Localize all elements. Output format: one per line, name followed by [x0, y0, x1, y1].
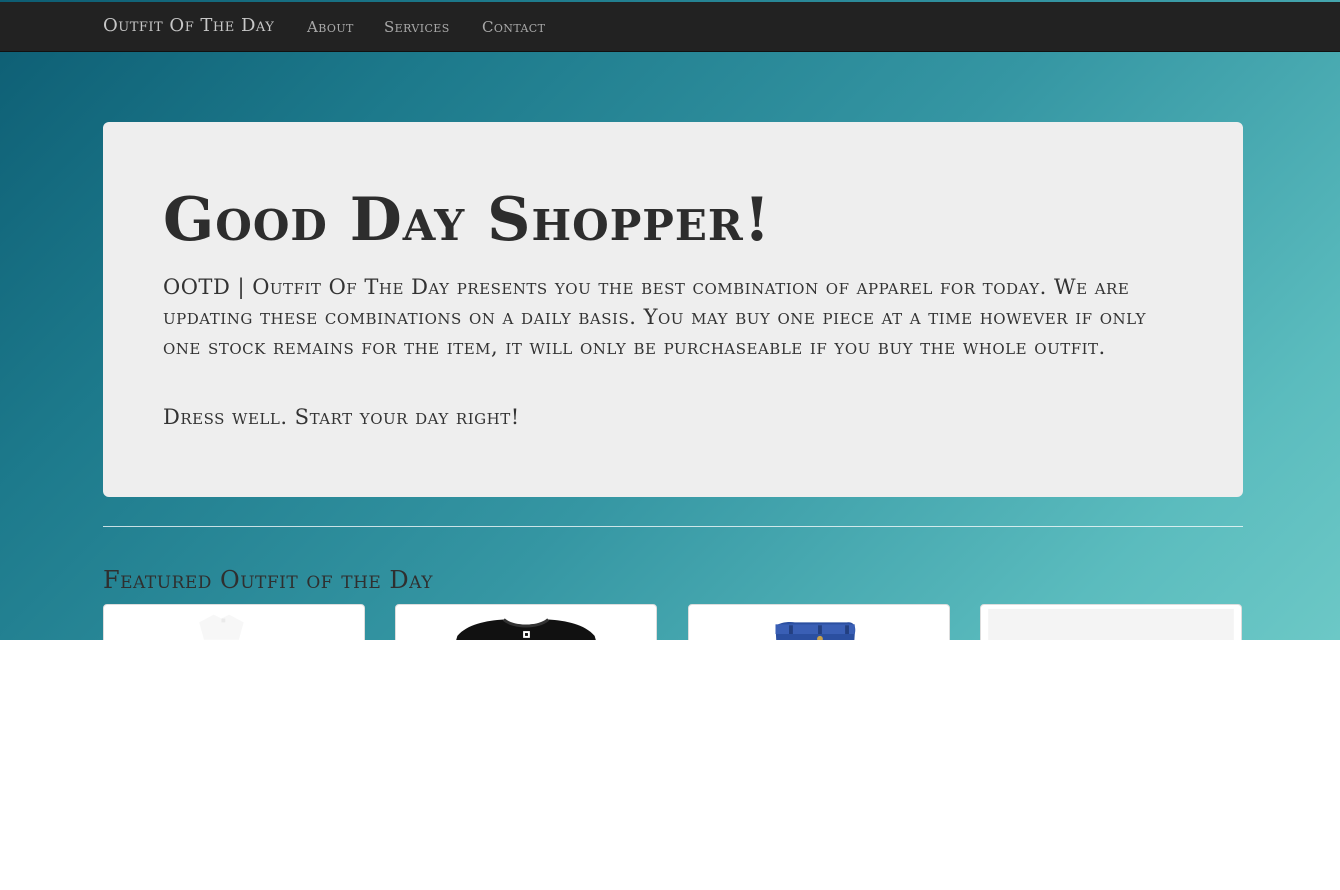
section-divider	[103, 526, 1243, 527]
hero-title: Good Day Shopper!	[163, 185, 772, 255]
denim-shorts-image	[692, 605, 946, 640]
product-card[interactable]	[395, 604, 657, 640]
nav-link-about[interactable]: About	[307, 18, 354, 36]
product-card[interactable]	[688, 604, 950, 640]
page-viewport: Outfit Of The Day About Services Contact…	[0, 0, 1340, 640]
white-shirt-image	[107, 605, 361, 640]
hero-tagline: Dress well. Start your day right!	[163, 405, 520, 429]
hero-jumbotron: Good Day Shopper! OOTD | Outfit Of The D…	[103, 122, 1243, 497]
product-card[interactable]	[103, 604, 365, 640]
product-card[interactable]	[980, 604, 1242, 640]
hero-description: OOTD | Outfit Of The Day presents you th…	[163, 275, 1147, 359]
brand-link[interactable]: Outfit Of The Day	[103, 15, 274, 36]
top-navbar: Outfit Of The Day About Services Contact	[0, 2, 1340, 52]
featured-section-title: Featured Outfit of the Day	[103, 566, 433, 594]
nav-link-contact[interactable]: Contact	[482, 18, 545, 36]
black-tshirt-image	[399, 605, 653, 640]
nav-link-services[interactable]: Services	[384, 18, 450, 36]
placeholder-image	[984, 605, 1238, 640]
